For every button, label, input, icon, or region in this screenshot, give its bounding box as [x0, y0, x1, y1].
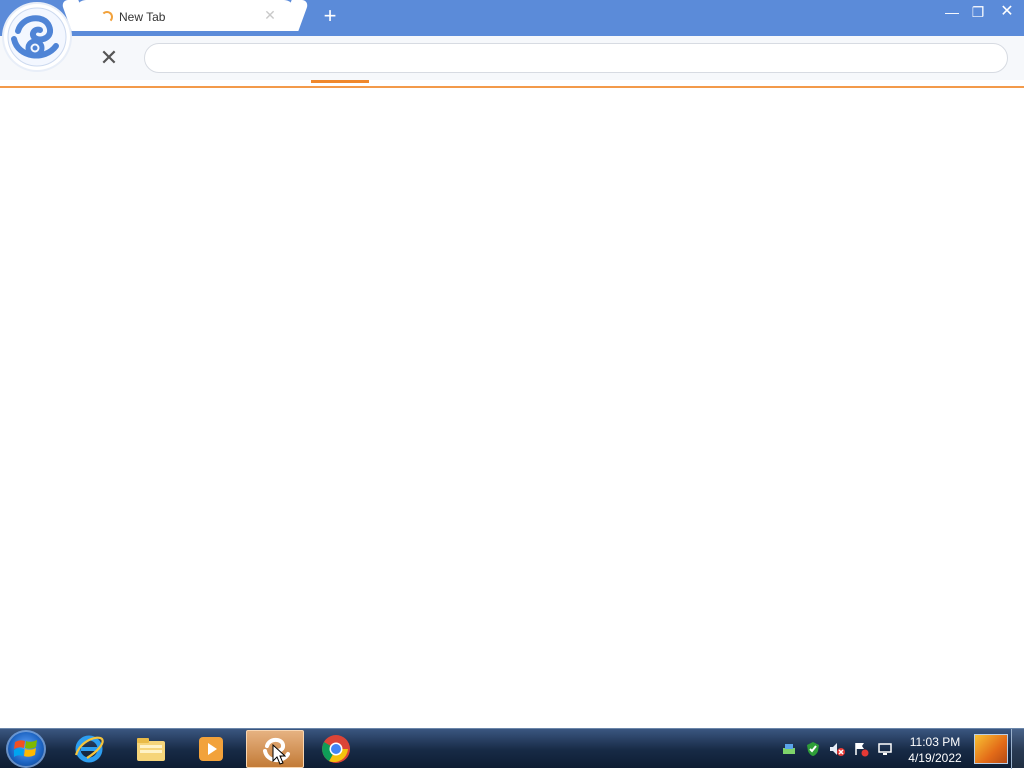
display-icon[interactable]	[877, 741, 893, 757]
taskbar-app-media-player[interactable]	[182, 730, 240, 768]
toolbar: ✕	[0, 36, 1024, 80]
taskbar-app-internet-explorer[interactable]	[60, 730, 118, 768]
show-desktop-thumbnail[interactable]	[974, 734, 1008, 764]
address-bar-input[interactable]	[144, 43, 1008, 73]
action-center-icon[interactable]	[853, 741, 869, 757]
minimize-button[interactable]: —	[941, 3, 963, 21]
security-icon[interactable]	[805, 741, 821, 757]
clock-time: 11:03 PM	[909, 735, 961, 749]
uc-browser-logo[interactable]	[4, 4, 70, 70]
taskbar-app-chrome[interactable]	[307, 730, 365, 768]
page-content-area[interactable]	[0, 88, 1024, 728]
tab-new-tab[interactable]: New Tab ✕	[76, 0, 294, 31]
chrome-icon	[322, 735, 350, 763]
close-window-button[interactable]: ✕	[996, 3, 1018, 21]
volume-muted-icon[interactable]	[829, 741, 845, 757]
clock-date: 4/19/2022	[908, 751, 962, 765]
media-player-icon	[199, 737, 223, 761]
uc-logo-icon	[7, 7, 67, 67]
taskbar-app-explorer[interactable]	[122, 730, 180, 768]
spinner-icon	[101, 11, 113, 23]
internet-explorer-icon	[74, 735, 104, 763]
stop-loading-button[interactable]: ✕	[96, 45, 122, 71]
system-clock[interactable]: 11:03 PM 4/19/2022	[902, 734, 968, 766]
taskbar: 11:03 PM 4/19/2022	[0, 728, 1024, 769]
browser-window: New Tab ✕ + — ❐ ✕ ✕	[0, 0, 1024, 728]
mouse-cursor-icon	[272, 744, 286, 765]
folder-icon	[137, 738, 165, 761]
show-desktop-edge[interactable]	[1011, 729, 1024, 769]
title-bar: New Tab ✕ + — ❐ ✕	[0, 0, 1024, 36]
restore-button[interactable]: ❐	[967, 3, 989, 21]
tab-close-icon[interactable]: ✕	[263, 8, 277, 22]
new-tab-button[interactable]: +	[318, 4, 342, 28]
start-button[interactable]	[6, 730, 46, 768]
tab-title: New Tab	[119, 10, 166, 24]
network-icon[interactable]	[781, 741, 797, 757]
loading-progress-bar	[311, 80, 369, 83]
windows-start-icon	[14, 740, 37, 757]
